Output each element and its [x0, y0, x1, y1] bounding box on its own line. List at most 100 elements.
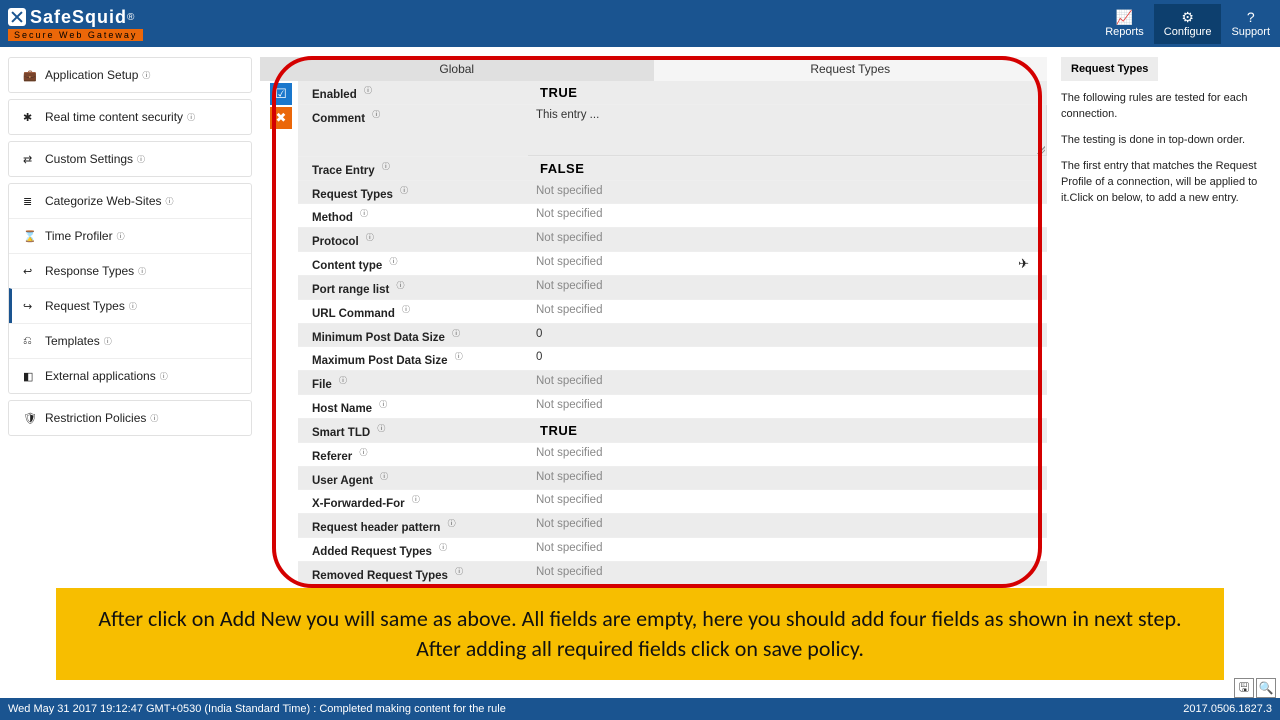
sidebar-item-real-time-content-security[interactable]: ✱Real time content securityⓘ [9, 100, 251, 134]
field-maximum-post-data-size: Maximum Post Data Size ⓘ0 [298, 347, 1047, 371]
status-text: Wed May 31 2017 19:12:47 GMT+0530 (India… [8, 703, 506, 715]
send-icon[interactable]: ✈ [1018, 256, 1029, 272]
field-value[interactable]: Not specified [528, 443, 1047, 466]
info-icon: ⓘ [372, 110, 380, 119]
field-file: File ⓘNot specified [298, 371, 1047, 395]
info-icon: ⓘ [366, 233, 374, 242]
build-number: 2017.0506.1827.3 [1183, 703, 1272, 715]
info-icon: ⓘ [359, 448, 367, 457]
sidebar-icon: 💼 [23, 69, 37, 82]
field-value[interactable]: Not specified [528, 228, 1047, 251]
search-icon[interactable]: 🔍 [1256, 678, 1276, 698]
configure-icon: ⚙ [1164, 10, 1212, 24]
field-value[interactable]: 0 [528, 324, 1047, 347]
info-paragraph: The following rules are tested for each … [1061, 91, 1262, 123]
field-value[interactable]: Not specified [528, 300, 1047, 323]
info-icon: ⓘ [452, 329, 460, 338]
field-protocol: Protocol ⓘNot specified [298, 228, 1047, 252]
sidebar-icon: ⎌ [23, 335, 37, 348]
sidebar-item-response-types[interactable]: ↩Response Typesⓘ [9, 253, 251, 288]
field-minimum-post-data-size: Minimum Post Data Size ⓘ0 [298, 324, 1047, 348]
field-content-type: Content type ⓘNot specified✈ [298, 252, 1047, 276]
sidebar-item-external-applications[interactable]: ◧External applicationsⓘ [9, 358, 251, 393]
field-request-types: Request Types ⓘNot specified [298, 181, 1047, 205]
info-icon: ⓘ [137, 154, 145, 165]
info-icon: ⓘ [142, 70, 150, 81]
delete-button[interactable]: ✖ [270, 107, 292, 129]
info-icon: ⓘ [339, 376, 347, 385]
info-icon: ⓘ [400, 186, 408, 195]
sidebar: 💼Application Setupⓘ ✱Real time content se… [0, 47, 260, 682]
field-label: User Agent ⓘ [298, 467, 528, 490]
field-removed-request-types: Removed Request Types ⓘNot specified [298, 562, 1047, 586]
field-label: Protocol ⓘ [298, 228, 528, 251]
field-label: Removed Request Types ⓘ [298, 562, 528, 585]
info-icon: ⓘ [389, 257, 397, 266]
field-url-command: URL Command ⓘNot specified [298, 300, 1047, 324]
field-label: Host Name ⓘ [298, 395, 528, 418]
tab-bar: GlobalRequest Types [260, 57, 1047, 81]
info-paragraph: The testing is done in top-down order. [1061, 133, 1262, 149]
confirm-button[interactable]: ☑ [270, 83, 292, 105]
field-value[interactable]: Not specified [528, 395, 1047, 418]
sidebar-icon: ✱ [23, 111, 37, 124]
field-value[interactable]: Not specified [528, 371, 1047, 394]
tab-request-types[interactable]: Request Types [654, 57, 1048, 81]
resize-handle[interactable] [1037, 146, 1045, 154]
field-value[interactable]: TRUE [528, 419, 1047, 442]
field-label: Added Request Types ⓘ [298, 538, 528, 561]
sidebar-item-templates[interactable]: ⎌Templatesⓘ [9, 323, 251, 358]
field-user-agent: User Agent ⓘNot specified [298, 467, 1047, 491]
header-configure[interactable]: ⚙Configure [1154, 4, 1222, 44]
annotation-callout: After click on Add New you will same as … [56, 588, 1224, 680]
sidebar-icon: ⇄ [23, 153, 37, 166]
sidebar-item-time-profiler[interactable]: ⌛Time Profilerⓘ [9, 218, 251, 253]
field-value[interactable]: Not specified [528, 538, 1047, 561]
field-trace-entry: Trace Entry ⓘFALSE [298, 157, 1047, 181]
field-label: X-Forwarded-For ⓘ [298, 490, 528, 513]
field-comment: Comment ⓘThis entry ... [298, 105, 1047, 157]
field-value[interactable]: This entry ... [528, 105, 1047, 156]
field-referer: Referer ⓘNot specified [298, 443, 1047, 467]
brand-name: SafeSquid [30, 7, 127, 28]
info-icon: ⓘ [412, 495, 420, 504]
sidebar-item-restriction-policies[interactable]: 🛡Restriction Policiesⓘ [9, 401, 251, 435]
sidebar-item-application-setup[interactable]: 💼Application Setupⓘ [9, 58, 251, 92]
sidebar-icon: ≣ [23, 195, 37, 208]
field-value[interactable]: Not specified [528, 562, 1047, 585]
info-icon: ⓘ [187, 112, 195, 123]
info-icon: ⓘ [160, 371, 168, 382]
field-label: Referer ⓘ [298, 443, 528, 466]
header-support[interactable]: ?Support [1221, 4, 1280, 44]
field-added-request-types: Added Request Types ⓘNot specified [298, 538, 1047, 562]
info-icon: ⓘ [455, 567, 463, 576]
sidebar-item-custom-settings[interactable]: ⇄Custom Settingsⓘ [9, 142, 251, 176]
sidebar-item-request-types[interactable]: ↪Request Typesⓘ [9, 288, 251, 323]
sidebar-icon: 🛡 [23, 412, 37, 425]
field-value[interactable]: Not specified [528, 514, 1047, 537]
field-label: Smart TLD ⓘ [298, 419, 528, 442]
field-value[interactable]: Not specified [528, 467, 1047, 490]
field-value[interactable]: Not specified✈ [528, 252, 1047, 275]
field-value[interactable]: Not specified [528, 204, 1047, 227]
header-reports[interactable]: 📈Reports [1095, 4, 1154, 44]
field-label: Content type ⓘ [298, 252, 528, 275]
field-value[interactable]: TRUE [528, 81, 1047, 104]
field-value[interactable]: 0 [528, 347, 1047, 370]
field-port-range-list: Port range list ⓘNot specified [298, 276, 1047, 300]
sidebar-item-categorize-web-sites[interactable]: ≣Categorize Web-Sitesⓘ [9, 184, 251, 218]
field-value[interactable]: Not specified [528, 181, 1047, 204]
save-icon[interactable]: 🖫 [1234, 678, 1254, 698]
info-icon: ⓘ [117, 231, 125, 242]
info-icon: ⓘ [402, 305, 410, 314]
field-value[interactable]: FALSE [528, 157, 1047, 180]
field-label: Minimum Post Data Size ⓘ [298, 324, 528, 347]
field-label: Port range list ⓘ [298, 276, 528, 299]
field-value[interactable]: Not specified [528, 276, 1047, 299]
field-value[interactable]: Not specified [528, 490, 1047, 513]
info-icon: ⓘ [364, 86, 372, 95]
tab-global[interactable]: Global [260, 57, 654, 81]
info-icon: ⓘ [380, 472, 388, 481]
info-icon: ⓘ [129, 301, 137, 312]
field-label: Method ⓘ [298, 204, 528, 227]
